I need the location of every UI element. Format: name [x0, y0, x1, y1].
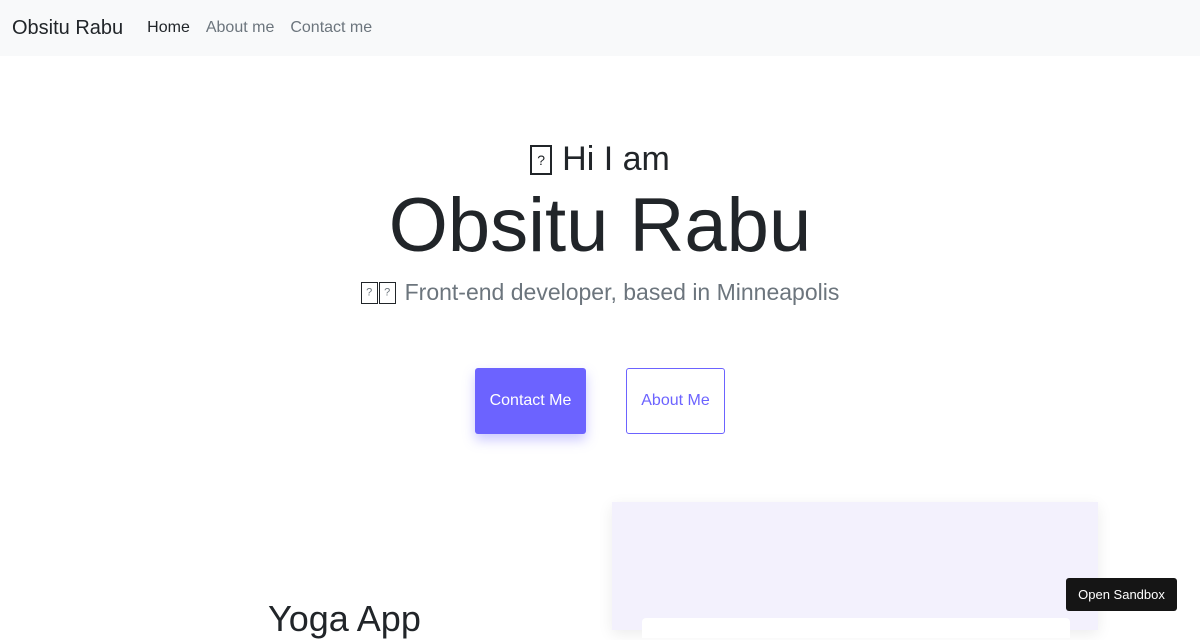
project-title: Yoga App	[268, 598, 421, 639]
greeting-text: Hi I am	[562, 140, 670, 178]
navbar: Obsitu Rabu Home About me Contact me	[0, 0, 1200, 56]
about-me-button[interactable]: About Me	[626, 368, 725, 434]
brand-link[interactable]: Obsitu Rabu	[12, 17, 123, 40]
project-preview-card[interactable]	[612, 502, 1098, 638]
project-preview-inner	[642, 618, 1070, 638]
laptop-emoji-icon	[378, 281, 396, 304]
developer-emoji-icon	[360, 281, 378, 304]
hero-name: Obsitu Rabu	[388, 183, 812, 268]
tagline: Front-end developer, based in Minneapoli…	[0, 279, 1200, 306]
wave-emoji-icon	[530, 144, 553, 175]
open-sandbox-button[interactable]: Open Sandbox	[1066, 578, 1177, 611]
nav-link-home[interactable]: Home	[147, 19, 190, 37]
nav-link-contact[interactable]: Contact me	[290, 19, 372, 37]
tagline-text: Front-end developer, based in Minneapoli…	[404, 279, 840, 305]
tagline-emojis	[360, 281, 397, 304]
greeting-line: Hi I am	[0, 140, 1200, 179]
nav-link-about[interactable]: About me	[206, 19, 274, 37]
nav-links: Home About me Contact me	[139, 19, 380, 37]
contact-me-button[interactable]: Contact Me	[475, 368, 586, 434]
